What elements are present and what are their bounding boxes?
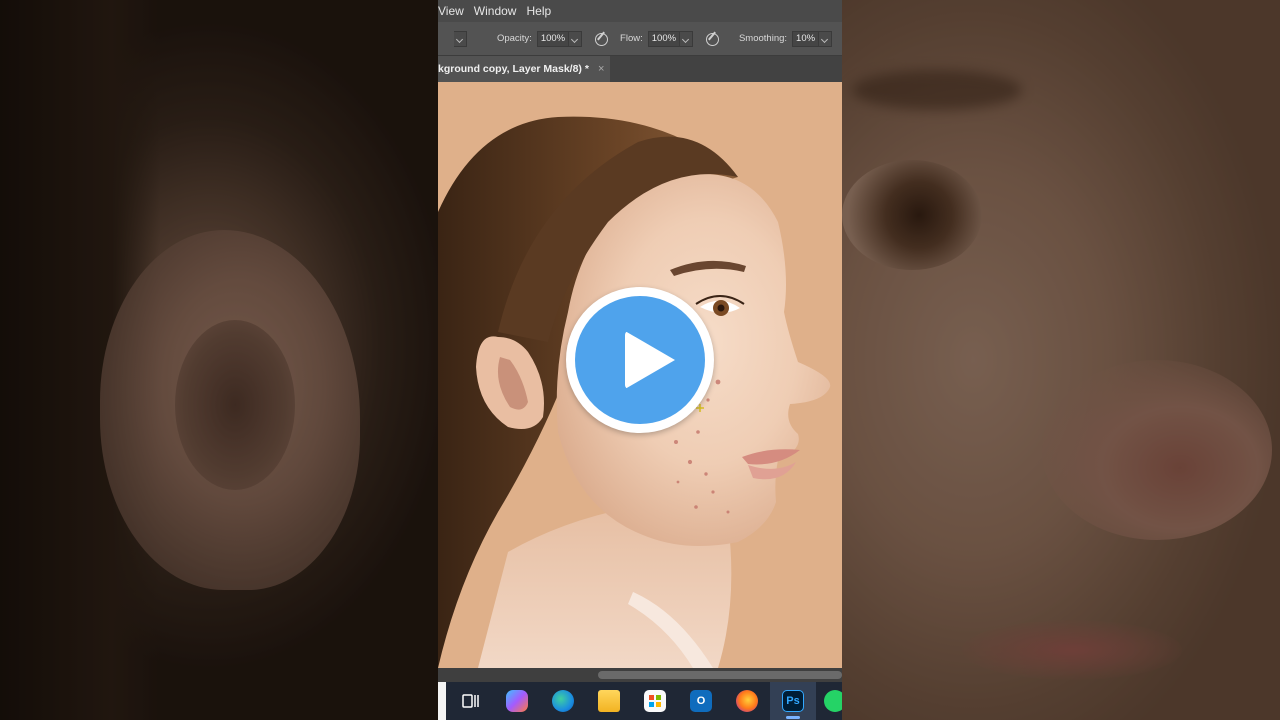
flow-label: Flow:	[620, 33, 643, 44]
photoshop-icon[interactable]: Ps	[782, 690, 804, 712]
brush-preset-dropdown[interactable]	[454, 30, 467, 47]
menu-help[interactable]: Help	[526, 4, 557, 18]
play-icon	[575, 296, 705, 424]
edge-icon[interactable]	[552, 690, 574, 712]
whatsapp-icon[interactable]	[824, 690, 842, 712]
opacity-dropdown[interactable]	[569, 30, 583, 47]
backdrop-tint	[842, 0, 1280, 720]
pupil	[717, 304, 725, 312]
document-tab[interactable]: kground copy, Layer Mask/8) * ×	[438, 56, 610, 82]
left-blurred-backdrop	[0, 0, 438, 720]
right-blurred-backdrop	[842, 0, 1280, 720]
menu-bar: View Window Help	[438, 0, 842, 22]
smoothing-field[interactable]: 10%	[792, 30, 820, 47]
backdrop-tint	[0, 0, 438, 720]
flow-field[interactable]: 100%	[647, 30, 681, 47]
task-view-icon[interactable]	[460, 690, 482, 712]
menu-view[interactable]: View	[438, 4, 470, 18]
document-tab-label: kground copy, Layer Mask/8) *	[438, 63, 589, 75]
pressure-opacity-icon[interactable]	[592, 30, 610, 48]
outlook-icon[interactable]: O	[690, 690, 712, 712]
close-icon[interactable]: ×	[598, 63, 604, 75]
airbrush-icon[interactable]	[703, 30, 721, 48]
video-play-button[interactable]	[566, 287, 714, 433]
microsoft-store-icon[interactable]	[644, 690, 666, 712]
scrollbar-thumb[interactable]	[598, 671, 842, 679]
taskbar-edge	[438, 682, 446, 720]
horizontal-scrollbar[interactable]	[438, 668, 842, 682]
menu-window[interactable]: Window	[474, 4, 523, 18]
smoothing-dropdown[interactable]	[819, 30, 833, 47]
file-explorer-icon[interactable]	[598, 690, 620, 712]
opacity-label: Opacity:	[496, 33, 532, 44]
photoshop-running-indicator	[786, 716, 800, 719]
flow-dropdown[interactable]	[680, 30, 694, 47]
smoothing-label: Smoothing:	[738, 33, 788, 44]
windows-taskbar: O Ps	[438, 682, 842, 720]
copilot-icon[interactable]	[506, 690, 528, 712]
options-bar: Opacity: 100% Flow: 100% Smoothing: 10%	[438, 22, 842, 56]
document-tab-strip: kground copy, Layer Mask/8) * ×	[438, 56, 842, 82]
opacity-field[interactable]: 100%	[536, 30, 570, 47]
firefox-icon[interactable]	[736, 690, 758, 712]
